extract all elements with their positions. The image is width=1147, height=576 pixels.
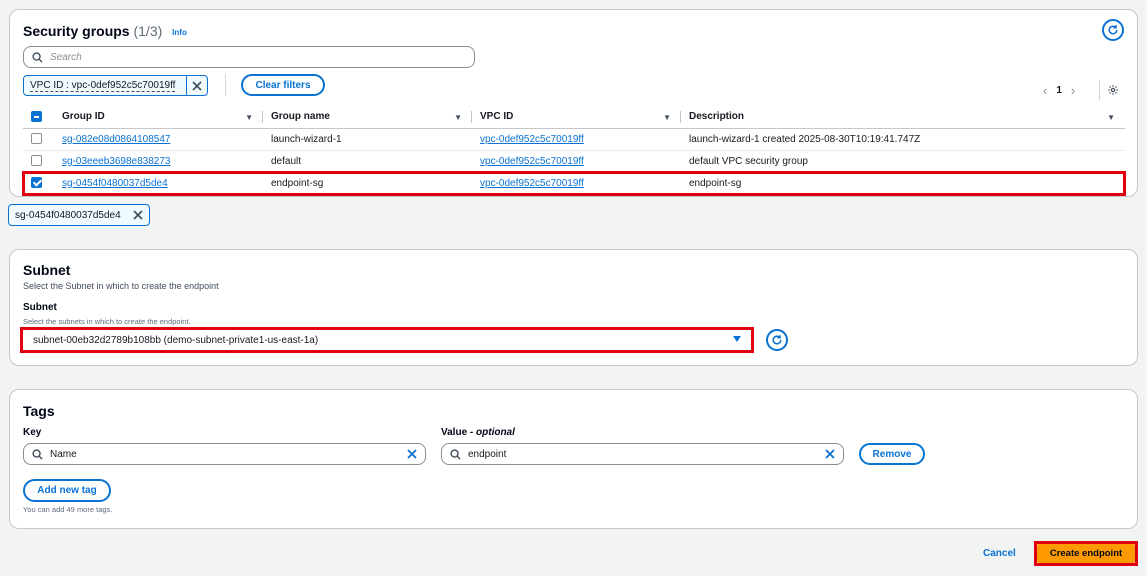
sort-icon: ▼ bbox=[245, 113, 253, 122]
select-all-cell bbox=[23, 106, 54, 129]
refresh-button[interactable] bbox=[1102, 19, 1124, 41]
table-row[interactable]: sg-03eeeb3698e838273 default vpc-0def952… bbox=[23, 150, 1125, 173]
subnet-description: Select the Subnet in which to create the… bbox=[23, 281, 219, 291]
group-name: launch-wizard-1 bbox=[271, 133, 342, 145]
cancel-button[interactable]: Cancel bbox=[983, 548, 1016, 559]
group-name: default bbox=[271, 155, 302, 167]
filter-token-label: VPC ID : vpc-0def952c5c70019ff bbox=[30, 79, 176, 92]
info-link[interactable]: Info bbox=[172, 28, 187, 37]
subnet-selected-value: subnet-00eb32d2789b108bb (demo-subnet-pr… bbox=[33, 334, 319, 346]
clear-filters-button[interactable]: Clear filters bbox=[241, 74, 325, 96]
sort-icon: ▼ bbox=[1107, 113, 1115, 122]
gear-icon[interactable] bbox=[1107, 84, 1119, 96]
page-number[interactable]: 1 bbox=[1056, 85, 1062, 96]
security-groups-title: Security groups (1/3) Info bbox=[23, 23, 187, 39]
column-header-description[interactable]: Description ▼ bbox=[681, 106, 1125, 129]
tag-key-value: Name bbox=[50, 448, 77, 460]
vpc-id-link[interactable]: vpc-0def952c5c70019ff bbox=[480, 134, 584, 145]
refresh-icon bbox=[1108, 25, 1118, 35]
search-placeholder: Search bbox=[50, 51, 82, 63]
table-row[interactable]: sg-082e08d0864108547 launch-wizard-1 vpc… bbox=[23, 128, 1125, 151]
row-checkbox[interactable] bbox=[31, 133, 42, 145]
group-description: launch-wizard-1 created 2025-08-30T10:19… bbox=[689, 133, 921, 145]
remove-selected-group-button[interactable] bbox=[133, 210, 143, 220]
group-id-link[interactable]: sg-0454f0480037d5de4 bbox=[62, 178, 168, 189]
selected-group-label: sg-0454f0480037d5de4 bbox=[15, 209, 121, 221]
subnet-refresh-button[interactable] bbox=[766, 329, 788, 351]
tag-key-input[interactable]: Name bbox=[23, 443, 426, 465]
close-icon bbox=[133, 210, 143, 220]
tag-key-label: Key bbox=[23, 427, 42, 438]
security-groups-table: Group ID ▼ Group name ▼ VPC ID ▼ Descriptio… bbox=[23, 106, 1125, 195]
group-description: endpoint-sg bbox=[689, 177, 742, 189]
search-icon bbox=[32, 448, 43, 460]
tags-title: Tags bbox=[23, 403, 55, 419]
group-id-link[interactable]: sg-03eeeb3698e838273 bbox=[62, 156, 170, 167]
remove-tag-button[interactable]: Remove bbox=[859, 443, 925, 465]
pagination: ‹ 1 › bbox=[1043, 83, 1075, 98]
sort-icon: ▼ bbox=[663, 113, 671, 122]
vpc-id-link[interactable]: vpc-0def952c5c70019ff bbox=[480, 156, 584, 167]
tag-value-input[interactable]: endpoint bbox=[441, 443, 844, 465]
caret-down-icon bbox=[733, 336, 741, 342]
refresh-icon bbox=[772, 335, 782, 345]
group-id-link[interactable]: sg-082e08d0864108547 bbox=[62, 134, 170, 145]
column-header-group-id[interactable]: Group ID ▼ bbox=[54, 106, 263, 129]
tag-value-value: endpoint bbox=[468, 448, 507, 460]
add-new-tag-button[interactable]: Add new tag bbox=[23, 479, 111, 502]
subnet-select[interactable]: subnet-00eb32d2789b108bb (demo-subnet-pr… bbox=[23, 330, 751, 350]
table-row[interactable]: sg-0454f0480037d5de4 endpoint-sg vpc-0de… bbox=[23, 172, 1125, 195]
select-all-checkbox[interactable] bbox=[31, 111, 42, 123]
remove-filter-button[interactable] bbox=[186, 76, 207, 95]
search-input[interactable]: Search bbox=[23, 46, 475, 68]
table-header-row: Group ID ▼ Group name ▼ VPC ID ▼ Descriptio… bbox=[23, 106, 1125, 129]
search-icon bbox=[450, 448, 461, 460]
close-icon bbox=[192, 80, 202, 91]
tags-remaining-hint: You can add 49 more tags. bbox=[23, 505, 113, 514]
search-icon bbox=[32, 51, 43, 63]
clear-key-icon[interactable] bbox=[406, 448, 418, 460]
subnet-title: Subnet bbox=[23, 262, 71, 278]
group-name: endpoint-sg bbox=[271, 177, 324, 189]
group-description: default VPC security group bbox=[689, 155, 808, 167]
filter-token: VPC ID : vpc-0def952c5c70019ff bbox=[23, 75, 208, 96]
selected-group-token: sg-0454f0480037d5de4 bbox=[8, 204, 150, 226]
sort-icon: ▼ bbox=[454, 113, 462, 122]
column-header-vpc-id[interactable]: VPC ID ▼ bbox=[472, 106, 681, 129]
clear-value-icon[interactable] bbox=[824, 448, 836, 460]
filter-divider bbox=[225, 74, 226, 96]
create-endpoint-button[interactable]: Create endpoint bbox=[1037, 544, 1135, 563]
row-checkbox[interactable] bbox=[31, 177, 42, 189]
vpc-id-link[interactable]: vpc-0def952c5c70019ff bbox=[480, 178, 584, 189]
chevron-left-icon[interactable]: ‹ bbox=[1043, 83, 1047, 98]
subnet-field-hint: Select the subnets in which to create th… bbox=[23, 317, 191, 326]
column-header-group-name[interactable]: Group name ▼ bbox=[263, 106, 472, 129]
tag-value-label: Value - optional bbox=[441, 427, 515, 438]
selection-count: (1/3) bbox=[133, 23, 163, 39]
pager-divider bbox=[1099, 80, 1100, 100]
chevron-right-icon[interactable]: › bbox=[1071, 83, 1075, 98]
subnet-field-label: Subnet bbox=[23, 302, 57, 313]
row-checkbox[interactable] bbox=[31, 155, 42, 167]
